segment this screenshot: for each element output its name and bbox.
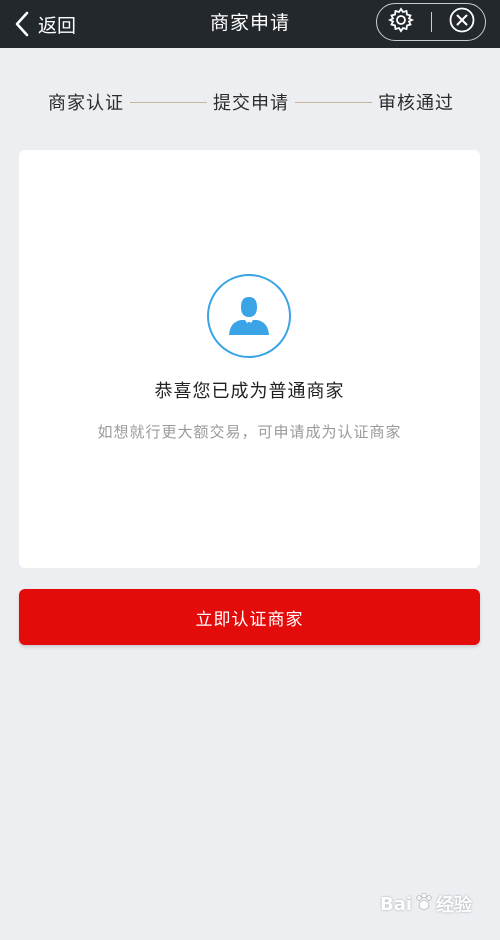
baidu-jingyan-watermark: Bai 经验	[380, 884, 490, 924]
settings-button[interactable]	[384, 5, 418, 39]
step-merchant-certification: 商家认证	[48, 93, 124, 114]
close-circle-icon	[448, 6, 476, 38]
status-card: 恭喜您已成为普通商家 如想就行更大额交易，可申请成为认证商家	[19, 150, 480, 568]
step-review-approved: 审核通过	[378, 93, 454, 114]
step-connector	[295, 101, 372, 103]
gear-icon	[387, 7, 414, 37]
upgrade-hint: 如想就行更大额交易，可申请成为认证商家	[97, 423, 402, 441]
certify-merchant-button[interactable]: 立即认证商家	[19, 589, 480, 645]
success-title: 恭喜您已成为普通商家	[154, 381, 345, 402]
paw-icon	[414, 892, 434, 917]
watermark-suffix: 经验	[436, 895, 473, 916]
mini-program-capsule	[376, 3, 486, 41]
watermark-brand: Bai	[380, 893, 413, 915]
step-submit-application: 提交申请	[213, 93, 289, 114]
application-steps: 商家认证 提交申请 审核通过	[48, 88, 454, 116]
top-nav-bar: 返回 商家申请	[0, 0, 500, 48]
close-button[interactable]	[445, 5, 479, 39]
user-avatar-icon	[207, 274, 291, 358]
step-connector	[130, 101, 207, 103]
capsule-divider	[430, 12, 432, 32]
